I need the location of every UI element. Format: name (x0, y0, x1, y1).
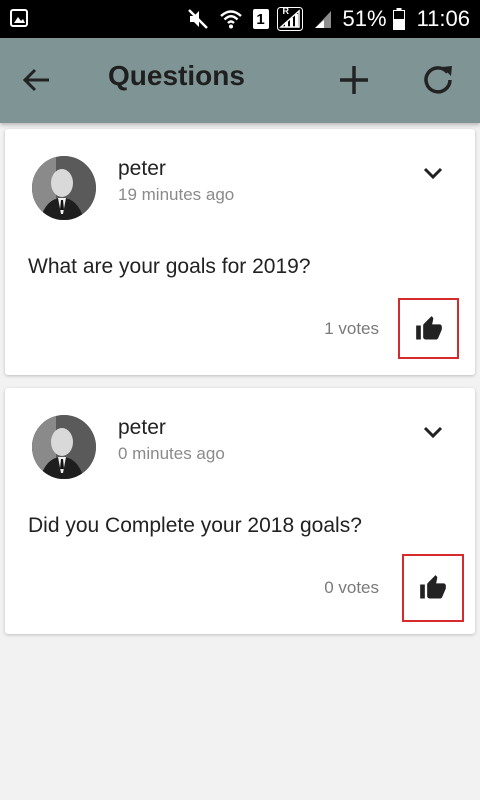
status-bar: 1 R 51% 11:06 (0, 0, 480, 38)
wifi-icon (219, 8, 243, 30)
thumbs-up-icon (420, 575, 446, 599)
battery-icon (392, 8, 405, 30)
timestamp: 19 minutes ago (118, 185, 235, 204)
question-text: Did you Complete your 2018 goals? (28, 514, 362, 537)
author-name: peter (118, 416, 166, 439)
vote-count: 1 votes (324, 319, 379, 338)
clock: 11:06 (416, 6, 470, 31)
signal-icon: R (276, 6, 303, 31)
question-card: peter 19 minutes ago What are your goals… (5, 129, 475, 375)
vote-count: 0 votes (324, 578, 379, 597)
status-icons: 1 R 51% 11:06 (187, 0, 470, 38)
avatar[interactable] (32, 415, 96, 479)
question-text: What are your goals for 2019? (28, 255, 311, 278)
signal-icon (313, 8, 333, 30)
thumbs-up-icon (415, 315, 442, 339)
author-name: peter (118, 157, 166, 180)
question-card: peter 0 minutes ago Did you Complete you… (5, 388, 475, 634)
refresh-icon[interactable] (420, 62, 456, 98)
page-title: Questions (108, 60, 245, 91)
avatar[interactable] (32, 156, 96, 220)
chevron-down-icon[interactable] (419, 418, 447, 446)
roaming-indicator: R (282, 6, 290, 16)
sim-icon: 1 (252, 9, 269, 29)
plus-icon[interactable] (336, 62, 372, 98)
upvote-button[interactable] (402, 554, 464, 622)
upvote-button[interactable] (398, 298, 459, 359)
mute-icon (187, 8, 209, 30)
gallery-icon (10, 9, 28, 27)
battery-percent: 51% (342, 6, 387, 31)
chevron-down-icon[interactable] (419, 159, 447, 187)
timestamp: 0 minutes ago (118, 444, 225, 463)
app-bar: Questions (0, 38, 480, 123)
arrow-back-icon[interactable] (20, 64, 52, 96)
